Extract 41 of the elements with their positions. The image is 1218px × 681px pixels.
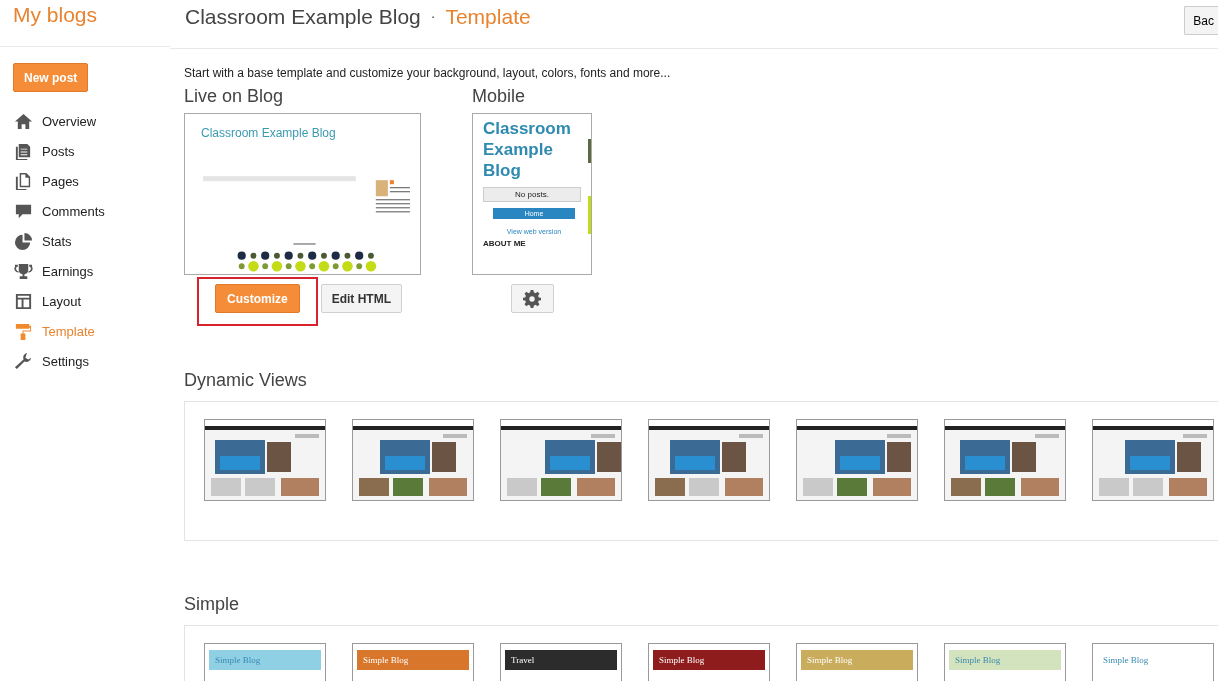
blog-title: Classroom Example Blog	[185, 5, 421, 29]
template-thumbnail[interactable]: Simple Blog	[648, 643, 770, 681]
edit-html-button[interactable]: Edit HTML	[320, 284, 402, 313]
template-thumbnail[interactable]: Travel	[500, 643, 622, 681]
thumbnail-header: Travel	[505, 650, 617, 670]
sidebar-icon	[14, 351, 33, 371]
preview-title: Classroom Example Blog	[483, 118, 572, 181]
sidebar-icon	[14, 231, 33, 251]
sidebar-item[interactable]: Layout	[0, 286, 170, 316]
sidebar-icon	[14, 321, 33, 341]
mobile-heading: Mobile	[472, 86, 527, 108]
thumbnail-header: Simple Blog	[801, 650, 913, 670]
thumbnail-header: Simple Blog	[949, 650, 1061, 670]
sidebar-item[interactable]: Posts	[0, 136, 170, 166]
sidebar-item[interactable]: Pages	[0, 166, 170, 196]
thumbnail-header: Simple Blog	[653, 650, 765, 670]
simple-heading: Simple	[184, 594, 241, 615]
about-heading: ABOUT ME	[483, 239, 527, 248]
sidebar-icon	[14, 171, 33, 191]
sidebar-item[interactable]: Settings	[0, 346, 170, 376]
sidebar-icon	[14, 111, 33, 131]
sidebar-item[interactable]: Comments	[0, 196, 170, 226]
sidebar-icon	[14, 141, 33, 161]
sidebar-icon	[14, 291, 33, 311]
intro-text: Start with a base template and customize your background, layout, colors, fonts and more...	[184, 66, 672, 82]
sidebar-item[interactable]: Overview	[0, 106, 170, 136]
template-thumbnail[interactable]: Simple Blog	[1092, 643, 1214, 681]
gear-icon	[523, 289, 541, 308]
sidebar-icon	[14, 261, 33, 281]
thumbnail-header: Simple Blog	[209, 650, 321, 670]
sidebar-item[interactable]: Earnings	[0, 256, 170, 286]
settings-button[interactable]	[510, 284, 554, 313]
live-heading: Live on Blog	[184, 86, 285, 108]
sidebar-item[interactable]: Stats	[0, 226, 170, 256]
dynamic-views-heading: Dynamic Views	[184, 370, 308, 391]
preview-title: Classroom Example Blog	[200, 125, 337, 140]
thumbnail-header: Simple Blog	[357, 650, 469, 670]
separator-dot: ·	[430, 7, 436, 24]
section-title: Template	[445, 5, 531, 29]
no-posts-bar: No posts.	[483, 187, 581, 202]
back-button[interactable]: Bac	[1184, 6, 1218, 35]
